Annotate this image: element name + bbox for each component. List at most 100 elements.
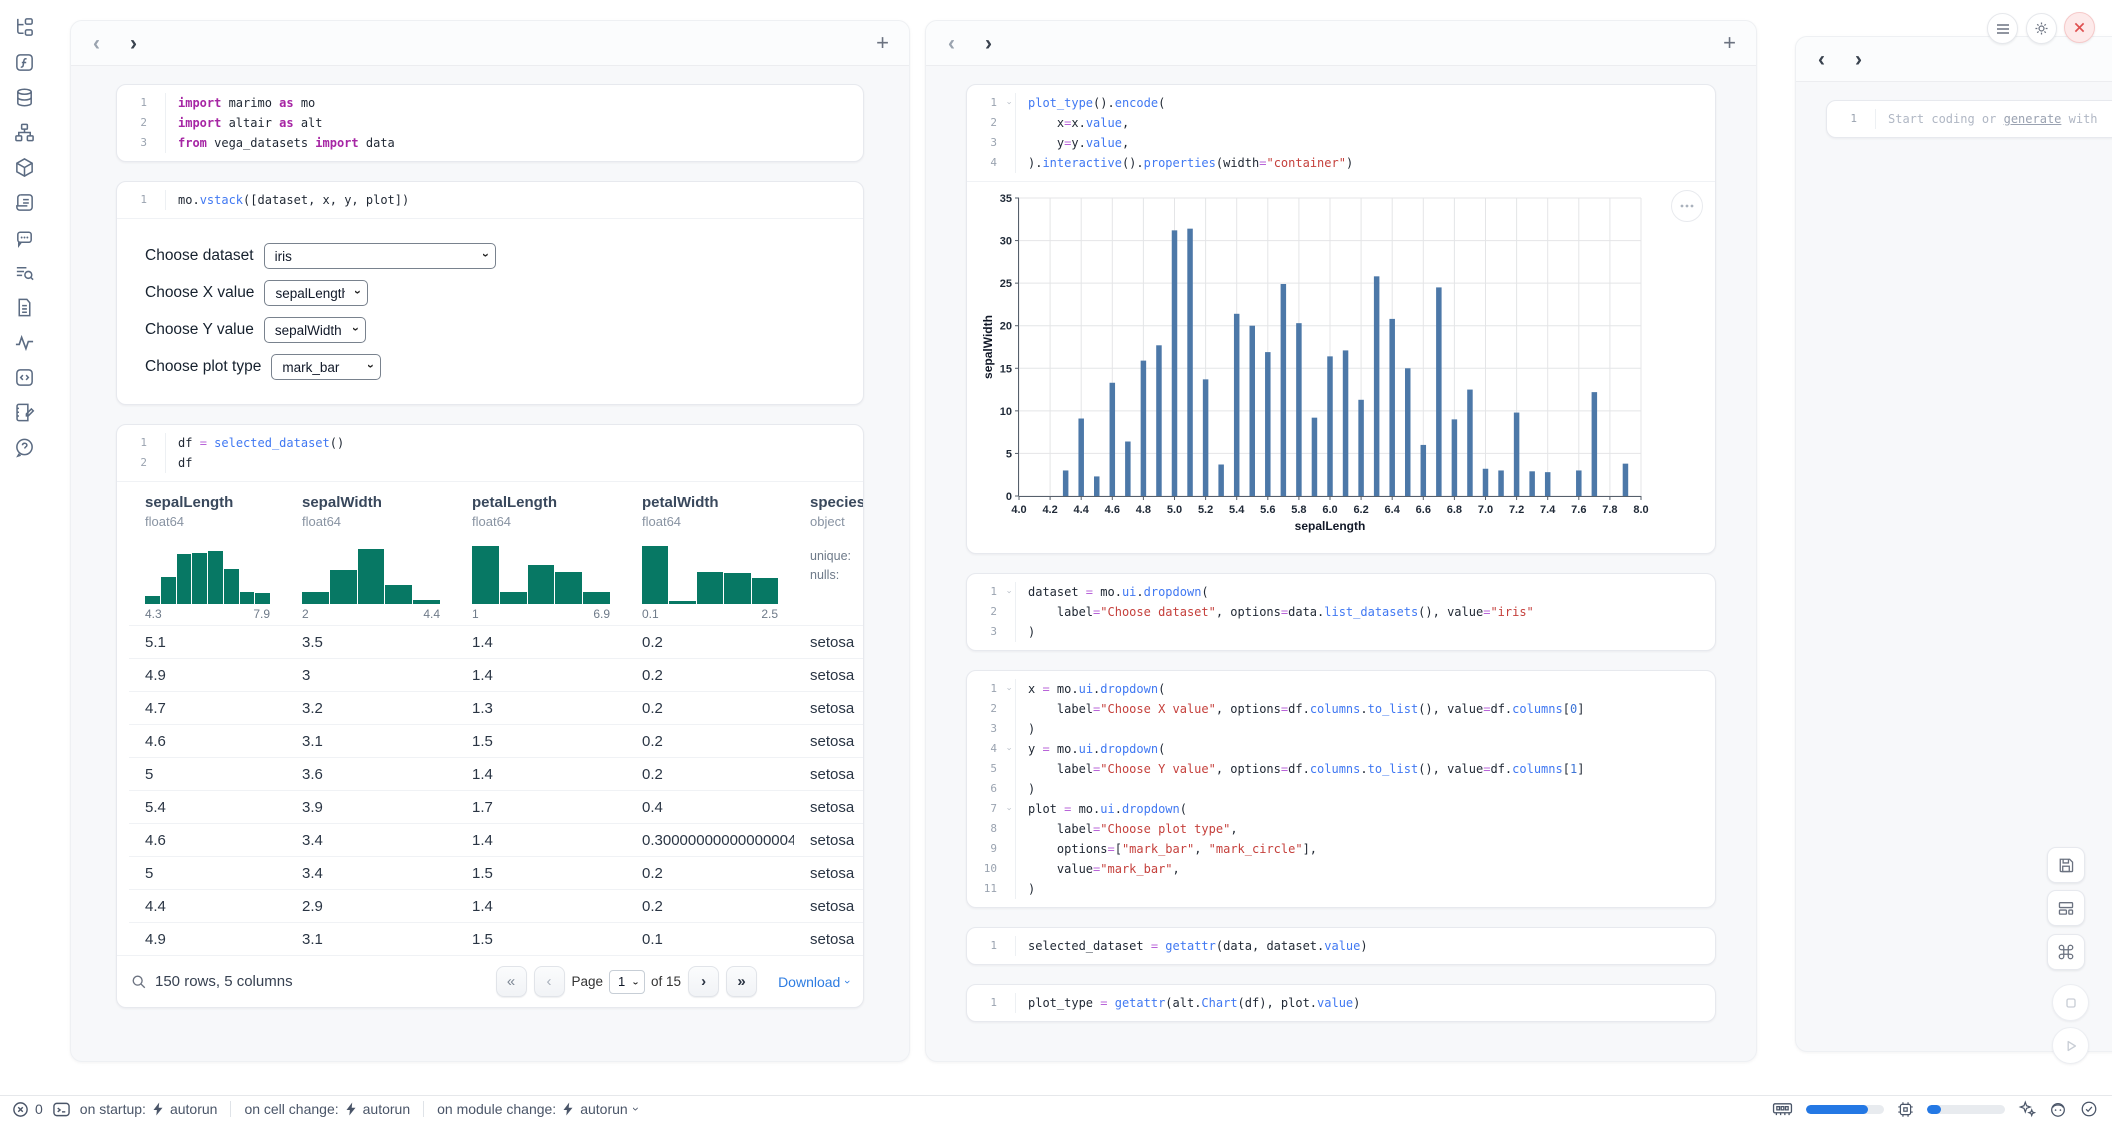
sparkles-icon[interactable] — [2018, 1100, 2036, 1118]
layout-icon[interactable] — [2047, 890, 2085, 926]
table-row[interactable]: 5.13.51.40.2setosa — [129, 626, 863, 659]
dataset-select[interactable]: iris — [264, 243, 496, 269]
column-header-petalWidth[interactable]: petalWidthfloat640.12.5 — [626, 482, 794, 626]
code-line[interactable]: 1›plot_type().encode( — [967, 93, 1715, 113]
first-page-button[interactable]: « — [496, 966, 527, 997]
column-header-sepalWidth[interactable]: sepalWidthfloat6424.4 — [286, 482, 456, 626]
connection-check-icon[interactable] — [2080, 1100, 2098, 1118]
code-editor-dataset[interactable]: 1›dataset = mo.ui.dropdown(2 label="Choo… — [967, 574, 1715, 650]
code-line[interactable]: 1df = selected_dataset() — [117, 433, 863, 453]
bar-chart[interactable]: 4.04.24.44.64.85.05.25.45.65.86.06.26.46… — [981, 190, 1699, 540]
code-editor-plot[interactable]: 1›plot_type().encode(2 x=x.value,3 y=y.v… — [967, 85, 1715, 181]
stop-icon[interactable] — [2052, 984, 2089, 1021]
code-editor-plot-type[interactable]: 1plot_type = getattr(alt.Chart(df), plot… — [967, 985, 1715, 1021]
column-forward-icon[interactable]: › — [983, 33, 994, 54]
code-line[interactable]: 2 x=x.value, — [967, 113, 1715, 133]
code-line[interactable]: 3) — [967, 622, 1715, 642]
x-value-select[interactable]: sepalLength — [264, 280, 368, 306]
package-icon[interactable] — [7, 150, 42, 185]
code-line[interactable]: 1mo.vstack([dataset, x, y, plot]) — [117, 190, 863, 210]
table-row[interactable]: 53.61.40.2setosa — [129, 758, 863, 791]
next-page-button[interactable]: › — [688, 966, 719, 997]
code-line[interactable]: 11) — [967, 879, 1715, 899]
column-header-sepalLength[interactable]: sepalLengthfloat644.37.9 — [129, 482, 286, 626]
column-forward-icon[interactable]: › — [128, 33, 139, 54]
scroll-icon[interactable] — [7, 185, 42, 220]
code-line[interactable]: 1plot_type = getattr(alt.Chart(df), plot… — [967, 993, 1715, 1013]
activity-icon[interactable] — [7, 325, 42, 360]
y-value-select[interactable]: sepalWidth — [264, 317, 366, 343]
code-line[interactable]: 2import altair as alt — [117, 113, 863, 133]
file-tree-icon[interactable] — [7, 10, 42, 45]
chat-bot-icon[interactable] — [7, 220, 42, 255]
add-cell-icon[interactable]: + — [1723, 32, 1736, 54]
table-row[interactable]: 4.73.21.30.2setosa — [129, 692, 863, 725]
code-line[interactable]: 8 label="Choose plot type", — [967, 819, 1715, 839]
code-line[interactable]: 3) — [967, 719, 1715, 739]
code-editor-vstack[interactable]: 1mo.vstack([dataset, x, y, plot]) — [117, 182, 863, 218]
column-back-icon[interactable]: ‹ — [946, 33, 957, 54]
code-line[interactable]: 7›plot = mo.ui.dropdown( — [967, 799, 1715, 819]
column-back-icon[interactable]: ‹ — [91, 33, 102, 54]
on-cell-change-setting[interactable]: on cell change: autorun — [244, 1101, 410, 1117]
sitemap-icon[interactable] — [7, 115, 42, 150]
code-line[interactable]: 3from vega_datasets import data — [117, 133, 863, 153]
fold-chevron-icon[interactable]: › — [1002, 93, 1015, 113]
run-icon[interactable] — [2052, 1027, 2089, 1064]
table-row[interactable]: 4.93.11.50.1setosa — [129, 923, 863, 956]
column-header-species[interactable]: speciesobjectunique:nulls: — [794, 482, 863, 626]
prev-page-button[interactable]: ‹ — [534, 966, 565, 997]
code-line[interactable]: 1›dataset = mo.ui.dropdown( — [967, 582, 1715, 602]
save-icon[interactable] — [2047, 847, 2085, 883]
add-cell-icon[interactable]: + — [876, 32, 889, 54]
code-line[interactable]: 1›x = mo.ui.dropdown( — [967, 679, 1715, 699]
table-row[interactable]: 53.41.50.2setosa — [129, 857, 863, 890]
code-line[interactable]: 4›y = mo.ui.dropdown( — [967, 739, 1715, 759]
code-editor-xy[interactable]: 1›x = mo.ui.dropdown(2 label="Choose X v… — [967, 671, 1715, 907]
code-line[interactable]: 4).interactive().properties(width="conta… — [967, 153, 1715, 173]
terminal-icon[interactable] — [52, 1101, 71, 1118]
code-editor-empty[interactable]: 1 Start coding or generate with — [1827, 101, 2112, 137]
table-row[interactable]: 5.43.91.70.4setosa — [129, 791, 863, 824]
code-line[interactable]: 5 label="Choose Y value", options=df.col… — [967, 759, 1715, 779]
code-editor-df[interactable]: 1df = selected_dataset()2df — [117, 425, 863, 481]
generate-link[interactable]: generate — [2004, 112, 2062, 126]
code-line[interactable]: 9 options=["mark_bar", "mark_circle"], — [967, 839, 1715, 859]
close-icon[interactable] — [2064, 12, 2095, 43]
fold-chevron-icon[interactable]: › — [1002, 739, 1015, 759]
column-back-icon[interactable]: ‹ — [1816, 49, 1827, 70]
function-square-icon[interactable] — [7, 45, 42, 80]
search-list-icon[interactable] — [7, 255, 42, 290]
error-indicator[interactable]: 0 — [12, 1101, 43, 1118]
download-button[interactable]: Download › — [778, 974, 849, 990]
code-line[interactable]: 1selected_dataset = getattr(data, datase… — [967, 936, 1715, 956]
table-row[interactable]: 4.63.41.40.30000000000000004setosa — [129, 824, 863, 857]
on-startup-setting[interactable]: on startup: autorun — [80, 1101, 218, 1117]
page-select[interactable]: 1 — [609, 970, 645, 994]
menu-icon[interactable] — [1987, 13, 2018, 44]
code-line[interactable]: 2 label="Choose dataset", options=data.l… — [967, 602, 1715, 622]
gear-icon[interactable] — [2026, 13, 2057, 44]
code-line[interactable]: 2df — [117, 453, 863, 473]
command-icon[interactable] — [2047, 934, 2085, 970]
column-header-petalLength[interactable]: petalLengthfloat6416.9 — [456, 482, 626, 626]
fold-chevron-icon[interactable]: › — [1002, 799, 1015, 819]
last-page-button[interactable]: » — [726, 966, 757, 997]
code-editor-imports[interactable]: 1import marimo as mo2import altair as al… — [117, 85, 863, 161]
plot-type-select[interactable]: mark_bar — [271, 354, 381, 380]
on-module-change-setting[interactable]: on module change: autorun › — [437, 1101, 638, 1117]
search-icon[interactable] — [131, 974, 147, 990]
chart-actions-icon[interactable] — [1671, 190, 1703, 222]
table-row[interactable]: 4.931.40.2setosa — [129, 659, 863, 692]
help-icon[interactable] — [7, 430, 42, 465]
table-row[interactable]: 4.63.11.50.2setosa — [129, 725, 863, 758]
code-line[interactable]: 6) — [967, 779, 1715, 799]
document-icon[interactable] — [7, 290, 42, 325]
code-line[interactable]: 3 y=y.value, — [967, 133, 1715, 153]
code-snippet-icon[interactable] — [7, 360, 42, 395]
fold-chevron-icon[interactable]: › — [1002, 679, 1015, 699]
database-icon[interactable] — [7, 80, 42, 115]
fold-chevron-icon[interactable]: › — [1002, 582, 1015, 602]
code-line[interactable]: 10 value="mark_bar", — [967, 859, 1715, 879]
table-row[interactable]: 4.42.91.40.2setosa — [129, 890, 863, 923]
